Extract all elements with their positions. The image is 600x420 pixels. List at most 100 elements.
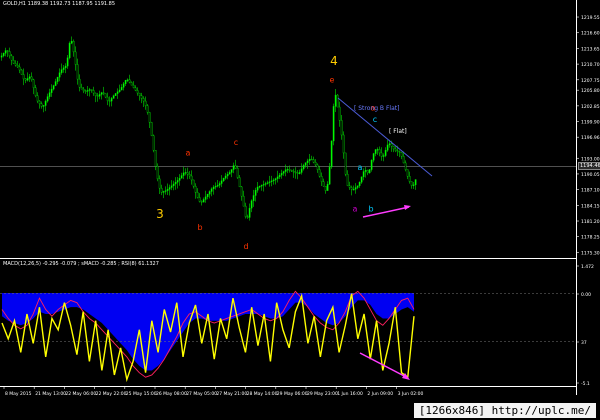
candle-body (252, 195, 255, 202)
price-tick-label: 1178.25 (581, 235, 600, 241)
wave-label: c (373, 115, 377, 124)
candle-body (54, 81, 57, 86)
candle-body (84, 90, 87, 92)
candle-body (404, 162, 407, 170)
candle-body (368, 169, 371, 174)
candle-body (296, 172, 299, 174)
candle-body (290, 170, 293, 172)
candle-body (378, 149, 381, 154)
candle-body (148, 112, 151, 123)
candle-body (292, 170, 295, 173)
candle-body (136, 90, 139, 94)
candle-body (342, 134, 345, 154)
wave-label: 3 (156, 207, 164, 221)
candle-body (366, 170, 369, 174)
candle-body (108, 100, 111, 102)
candle-body (60, 69, 63, 73)
wave-label: a (353, 204, 358, 213)
candle-body (116, 91, 119, 94)
candle-body (144, 100, 147, 106)
price-tick-label: 1196.96 (581, 135, 600, 141)
candle-body (78, 78, 81, 88)
price-tick-label: 1213.65 (581, 46, 600, 52)
candle-body (302, 165, 305, 170)
candle-body (262, 184, 265, 186)
candle-body (94, 92, 97, 96)
candle-body (28, 76, 31, 79)
candle-body (96, 95, 99, 97)
candle-body (346, 174, 349, 186)
candle-body (88, 89, 91, 91)
candle-body (330, 140, 333, 168)
candle-body (14, 63, 17, 66)
candle-body (56, 76, 59, 82)
candle-body (112, 95, 115, 99)
candle-body (158, 178, 161, 189)
candle-body (160, 187, 163, 193)
candle-body (182, 172, 185, 176)
candle-body (264, 183, 267, 185)
candle-body (358, 181, 361, 186)
candle-body (372, 153, 375, 161)
time-tick-label: 29 May 23:00 (307, 391, 338, 397)
candle-body (250, 200, 253, 209)
candle-body (272, 179, 275, 182)
time-tick-label: 29 May 06:00 (277, 391, 308, 397)
candle-body (274, 178, 277, 181)
price-tick-label: 1207.75 (581, 78, 600, 84)
candle-body (32, 79, 35, 88)
candle-body (306, 160, 309, 163)
candle-body (70, 41, 73, 44)
candle-body (352, 189, 355, 191)
candle-body (166, 189, 169, 191)
time-tick-label: 3 Jun 02:00 (398, 391, 424, 397)
candle-body (332, 106, 335, 142)
price-tick-label: 1210.70 (581, 62, 600, 68)
price-tick-label: 1187.10 (581, 188, 600, 194)
candle-body (20, 69, 23, 75)
wave-label: d (243, 242, 248, 251)
candle-body (248, 207, 251, 218)
candle-body (122, 83, 125, 88)
time-tick-label: 28 May 14:00 (247, 391, 278, 397)
candle-body (234, 165, 237, 169)
candle-body (286, 169, 289, 171)
candle-body (222, 178, 225, 182)
macd-tick-label: 1.472 (581, 264, 594, 270)
candle-body (106, 96, 109, 101)
candle-body (64, 65, 67, 69)
candle-body (370, 160, 373, 170)
candle-body (172, 183, 175, 186)
candle-body (260, 185, 263, 187)
candle-body (312, 159, 315, 163)
candle-body (142, 98, 145, 102)
candle-body (374, 149, 377, 154)
candle-body (90, 89, 93, 91)
candle-body (230, 169, 233, 173)
candle-body (270, 180, 273, 182)
candle-body (154, 150, 157, 167)
candle-body (254, 189, 257, 196)
price-tick-label: 1175.30 (581, 250, 600, 256)
candle-body (184, 172, 187, 174)
candle-body (6, 50, 9, 52)
candle-body (236, 168, 239, 178)
candle-body (34, 87, 37, 96)
candle-body (206, 193, 209, 198)
candle-body (118, 89, 121, 92)
candle-body (362, 171, 365, 178)
candle-body (176, 180, 179, 183)
price-tick-label: 1190.05 (581, 172, 600, 178)
candle-body (100, 92, 103, 95)
candle-body (2, 53, 5, 57)
candle-body (308, 158, 311, 162)
chart-canvas[interactable]: 34abcdebcaaa [ Strong B Flat] [ Flat] 12… (0, 0, 600, 420)
candle-body (80, 87, 83, 90)
candle-body (360, 176, 363, 183)
candle-body (406, 169, 409, 177)
time-tick-label: 27 May 21:00 (216, 391, 247, 397)
time-tick-label: 1 Jun 16:00 (337, 391, 363, 397)
pattern-label-flat: [ Flat] (389, 128, 407, 135)
price-tick-label: 1219.55 (581, 15, 600, 21)
candle-body (220, 180, 223, 184)
